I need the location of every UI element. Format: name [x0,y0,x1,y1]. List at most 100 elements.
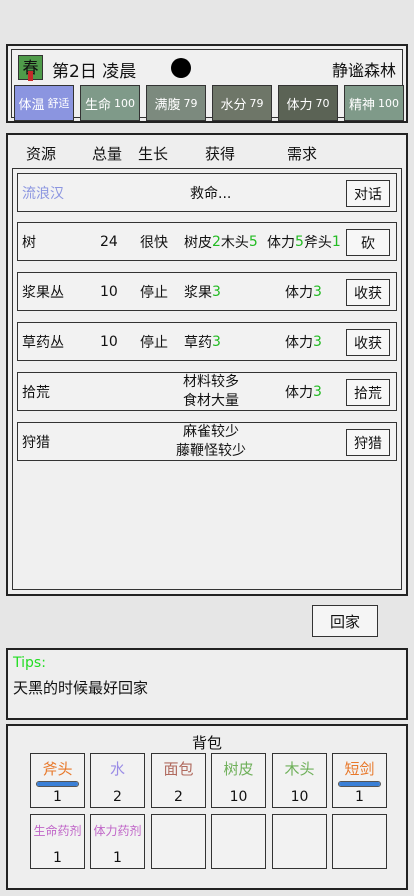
stat-5: 精神 100 [344,85,404,121]
resource-action-button[interactable]: 收获 [346,279,390,306]
resource-action-button[interactable]: 收获 [346,329,390,356]
col-need: 需求 [287,145,318,163]
item-name: 面包 [163,760,194,778]
tips-label: Tips: [13,655,46,671]
gain-part: 草药 [184,334,212,351]
bag-slot-empty[interactable] [332,814,387,869]
bag-slot[interactable]: 斧头 1 [30,753,85,808]
stat-4: 体力 70 [278,85,338,121]
status-header-inner: 春 第2日 凌晨 静谧森林 体温 舒适 生命 100 满腹 79 水分 79 体力 70 精神 100 [11,49,404,121]
stat-value: 79 [183,96,198,110]
gain-part: 浆果 [184,284,212,301]
npc-name: 流浪汉 [22,185,64,202]
resource-name: 狩猎 [22,434,50,451]
resource-action-button[interactable]: 狩猎 [346,429,390,456]
bag-slot[interactable]: 木头 10 [272,753,327,808]
resource-gain: 麻雀较少 藤鞭怪较少 [156,423,266,460]
gain-part: 3 [212,283,221,300]
gain-part: 2 [212,233,221,250]
stat-1: 生命 100 [80,85,140,121]
stat-value: 舒适 [47,97,70,110]
durability-bar [338,781,381,787]
col-growth: 生长 [138,145,169,163]
bag-slot[interactable]: 生命药剂 1 [30,814,85,869]
talk-button[interactable]: 对话 [346,180,390,207]
bag-slot-empty[interactable] [151,814,206,869]
resource-need: 体力 3 [285,373,322,410]
tips-panel: Tips: 天黑的时候最好回家 [6,648,408,720]
item-name: 体力药剂 [93,824,142,838]
resource-action-button[interactable]: 拾荒 [346,379,390,406]
stat-label: 体温 [18,97,45,113]
item-name: 短剑 [344,760,375,778]
npc-row: 流浪汉 救命... 对话 [17,173,397,212]
item-count: 1 [355,789,364,805]
resource-gain: 材料较多 食材大量 [156,373,266,410]
item-name: 水 [109,760,125,778]
go-home-button[interactable]: 回家 [312,605,378,637]
resource-total: 10 [100,333,118,350]
need-part: 体力 [285,334,313,351]
bag-slot[interactable]: 水2 [90,753,145,808]
item-name: 树皮 [223,760,254,778]
stat-value: 100 [378,96,399,110]
npc-speech: 救命... [190,185,232,202]
gain-line: 麻雀较少 [183,423,239,440]
item-count: 2 [113,789,122,805]
resource-total: 24 [100,233,118,250]
stat-3: 水分 79 [212,85,272,121]
status-header: 春 第2日 凌晨 静谧森林 体温 舒适 生命 100 满腹 79 水分 79 体力 70 精神 100 [6,44,408,123]
resource-name: 树 [22,234,36,251]
stat-value: 79 [249,96,264,110]
item-count: 10 [290,789,309,805]
resource-name: 草药丛 [22,334,64,351]
resource-action-button[interactable]: 砍 [346,229,390,256]
need-part: 体力 [267,234,295,251]
gain-line: 食材大量 [183,392,239,409]
resource-row: 狩猎 麻雀较少藤鞭怪较少 狩猎 [17,422,397,461]
resource-name: 拾荒 [22,384,50,401]
bag-slot-empty[interactable] [272,814,327,869]
gain-part: 3 [212,333,221,350]
resource-total: 10 [100,283,118,300]
resource-row: 草药丛 10 停止 草药 3 体力 3 收获 [17,322,397,361]
item-count: 10 [229,789,248,805]
item-name: 生命药剂 [33,824,82,838]
moon-icon [171,58,191,78]
stat-label: 生命 [84,97,111,113]
stat-value: 100 [114,96,135,110]
tips-text: 天黑的时候最好回家 [13,679,149,697]
resource-need: 体力 3 [285,273,322,310]
stat-2: 满腹 79 [146,85,206,121]
resource-row: 树 24 很快 树皮 2 木头 5 体力 5 斧头 1 砍 [17,222,397,261]
need-part: 体力 [285,384,313,401]
day-label: 第2日 [52,62,97,82]
bag-slot[interactable]: 树皮 10 [211,753,266,808]
col-gain: 获得 [205,145,236,163]
bag-slot[interactable]: 短剑 1 [332,753,387,808]
gain-part: 5 [248,233,258,250]
need-part: 3 [313,383,322,400]
gain-part: 木头 [220,234,249,251]
resource-growth: 停止 [140,284,168,301]
stat-value: 70 [315,96,330,110]
resource-growth: 很快 [140,234,168,251]
resource-name: 浆果丛 [22,284,64,301]
need-part: 5 [295,233,304,250]
resource-list[interactable]: 流浪汉 救命... 对话 树 24 很快 树皮 2 木头 5 体力 5 斧头 1 砍浆果丛 10 停止 浆果… [12,168,402,590]
gain-line: 藤鞭怪较少 [176,442,246,459]
resource-need: 体力 3 [285,323,322,360]
bag-slot[interactable]: 体力药剂 1 [90,814,145,869]
durability-fill [37,782,78,786]
need-part: 3 [313,283,322,300]
stat-label: 满腹 [154,97,181,113]
item-name: 木头 [284,760,315,778]
time-label: 凌晨 [102,62,137,82]
season-mark [28,71,33,81]
backpack-panel: 背包 斧头 1 水 2 面包 2 树皮 10 木头 10 短剑 1 生命药剂 1 体力药剂 1 [6,724,408,890]
day-time-label: 第2日 凌晨 [52,57,136,82]
stat-label: 水分 [220,97,247,113]
resource-row: 浆果丛 10 停止 浆果 3 体力 3 收获 [17,272,397,311]
bag-slot-empty[interactable] [211,814,266,869]
bag-slot[interactable]: 面包 2 [151,753,206,808]
